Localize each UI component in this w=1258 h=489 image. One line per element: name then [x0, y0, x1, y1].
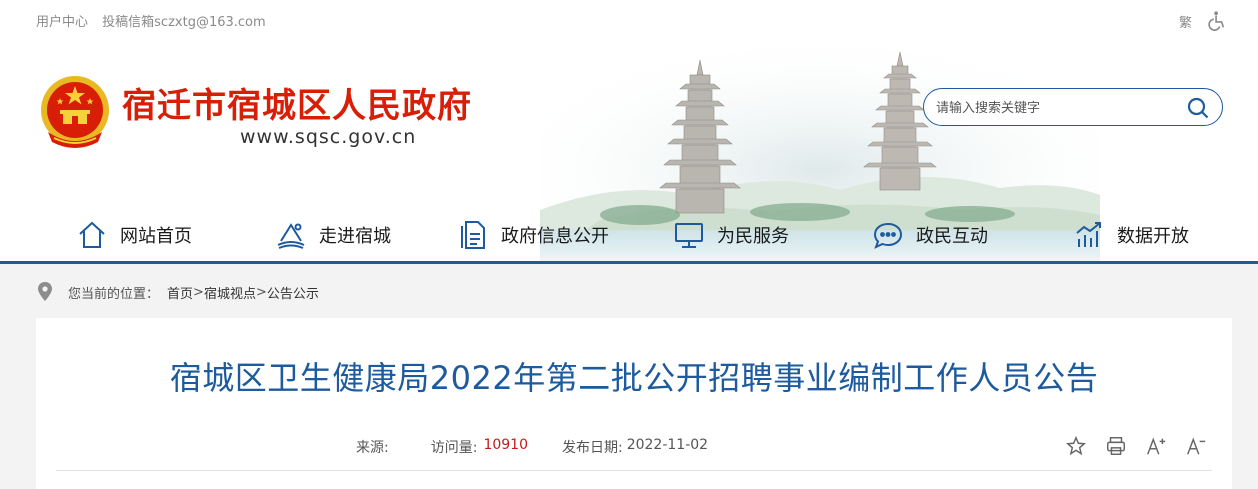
breadcrumb: 您当前的位置： 首页 > 宿城视点 > 公告公示	[36, 278, 319, 306]
nav-item-label: 为民服务	[717, 226, 789, 247]
search-icon[interactable]	[1186, 96, 1210, 120]
submission-email-link[interactable]: 投稿信箱sczxtg@163.com	[102, 15, 266, 30]
nav-item-about[interactable]: 走进宿城	[275, 210, 391, 260]
breadcrumb-notice-link[interactable]: 公告公示	[267, 283, 319, 302]
search-box	[923, 88, 1223, 126]
nav-item-label: 政府信息公开	[501, 226, 609, 247]
site-header: 用户中心 投稿信箱sczxtg@163.com 繁 宿迁市宿城区人民政府 www…	[0, 0, 1258, 262]
site-name: 宿迁市宿城区人民政府	[122, 86, 472, 126]
nav-item-label: 网站首页	[120, 226, 192, 247]
nav-divider	[0, 261, 1258, 264]
site-domain: www.sqsc.gov.cn	[240, 126, 417, 148]
breadcrumb-prefix: 您当前的位置：	[68, 286, 160, 302]
nav-item-home[interactable]: 网站首页	[76, 210, 192, 260]
nav-item-label: 数据开放	[1117, 226, 1189, 247]
top-utility-bar: 用户中心 投稿信箱sczxtg@163.com	[36, 11, 276, 30]
print-icon[interactable]	[1105, 435, 1127, 457]
article-meta: 来源: 访问量: 10910 发布日期: 2022-11-02	[356, 437, 708, 457]
breadcrumb-home-link[interactable]: 首页	[167, 283, 193, 302]
breadcrumb-separator: >	[255, 284, 267, 300]
monitor-icon	[675, 223, 703, 248]
star-icon[interactable]	[1065, 435, 1087, 457]
publish-date-label: 发布日期:	[561, 440, 623, 456]
source-label: 来源:	[356, 440, 389, 456]
nav-item-interaction[interactable]: 政民互动	[872, 210, 988, 260]
breadcrumb-separator: >	[193, 284, 204, 300]
nav-item-label: 政民互动	[916, 226, 988, 247]
font-decrease-icon[interactable]	[1185, 435, 1207, 457]
nav-item-info-disclosure[interactable]: 政府信息公开	[457, 210, 609, 260]
source-value	[389, 437, 429, 457]
meta-divider	[56, 470, 1212, 471]
top-right-tools: 繁	[1179, 10, 1228, 32]
publish-date-value: 2022-11-02	[626, 437, 709, 453]
article-panel: 宿城区卫生健康局2022年第二批公开招聘事业编制工作人员公告 来源: 访问量: …	[36, 318, 1232, 489]
home-icon	[79, 221, 105, 248]
national-emblem-logo	[41, 76, 109, 148]
visits-count: 10910	[483, 437, 528, 453]
article-title: 宿城区卫生健康局2022年第二批公开招聘事业编制工作人员公告	[169, 359, 1099, 397]
nav-item-services[interactable]: 为民服务	[673, 210, 789, 260]
font-increase-icon[interactable]	[1145, 435, 1167, 457]
traditional-chinese-toggle[interactable]: 繁	[1179, 12, 1192, 31]
document-icon	[461, 221, 485, 249]
main-nav: 网站首页 走进宿城 政府信息公开 为民服务 政民互动 数据开放	[0, 210, 1258, 260]
nav-item-open-data[interactable]: 数据开放	[1073, 210, 1189, 260]
chart-icon	[1076, 222, 1101, 247]
search-input[interactable]	[934, 96, 1178, 120]
chat-icon	[873, 222, 903, 249]
wheelchair-icon[interactable]	[1206, 10, 1228, 32]
breadcrumb-news-link[interactable]: 宿城视点	[204, 283, 256, 302]
article-tools	[1065, 435, 1207, 457]
landmark-icon	[277, 223, 305, 249]
visits-label: 访问量:	[430, 440, 478, 456]
location-pin-icon	[38, 282, 52, 301]
user-center-link[interactable]: 用户中心	[36, 15, 88, 30]
nav-item-label: 走进宿城	[319, 226, 391, 247]
